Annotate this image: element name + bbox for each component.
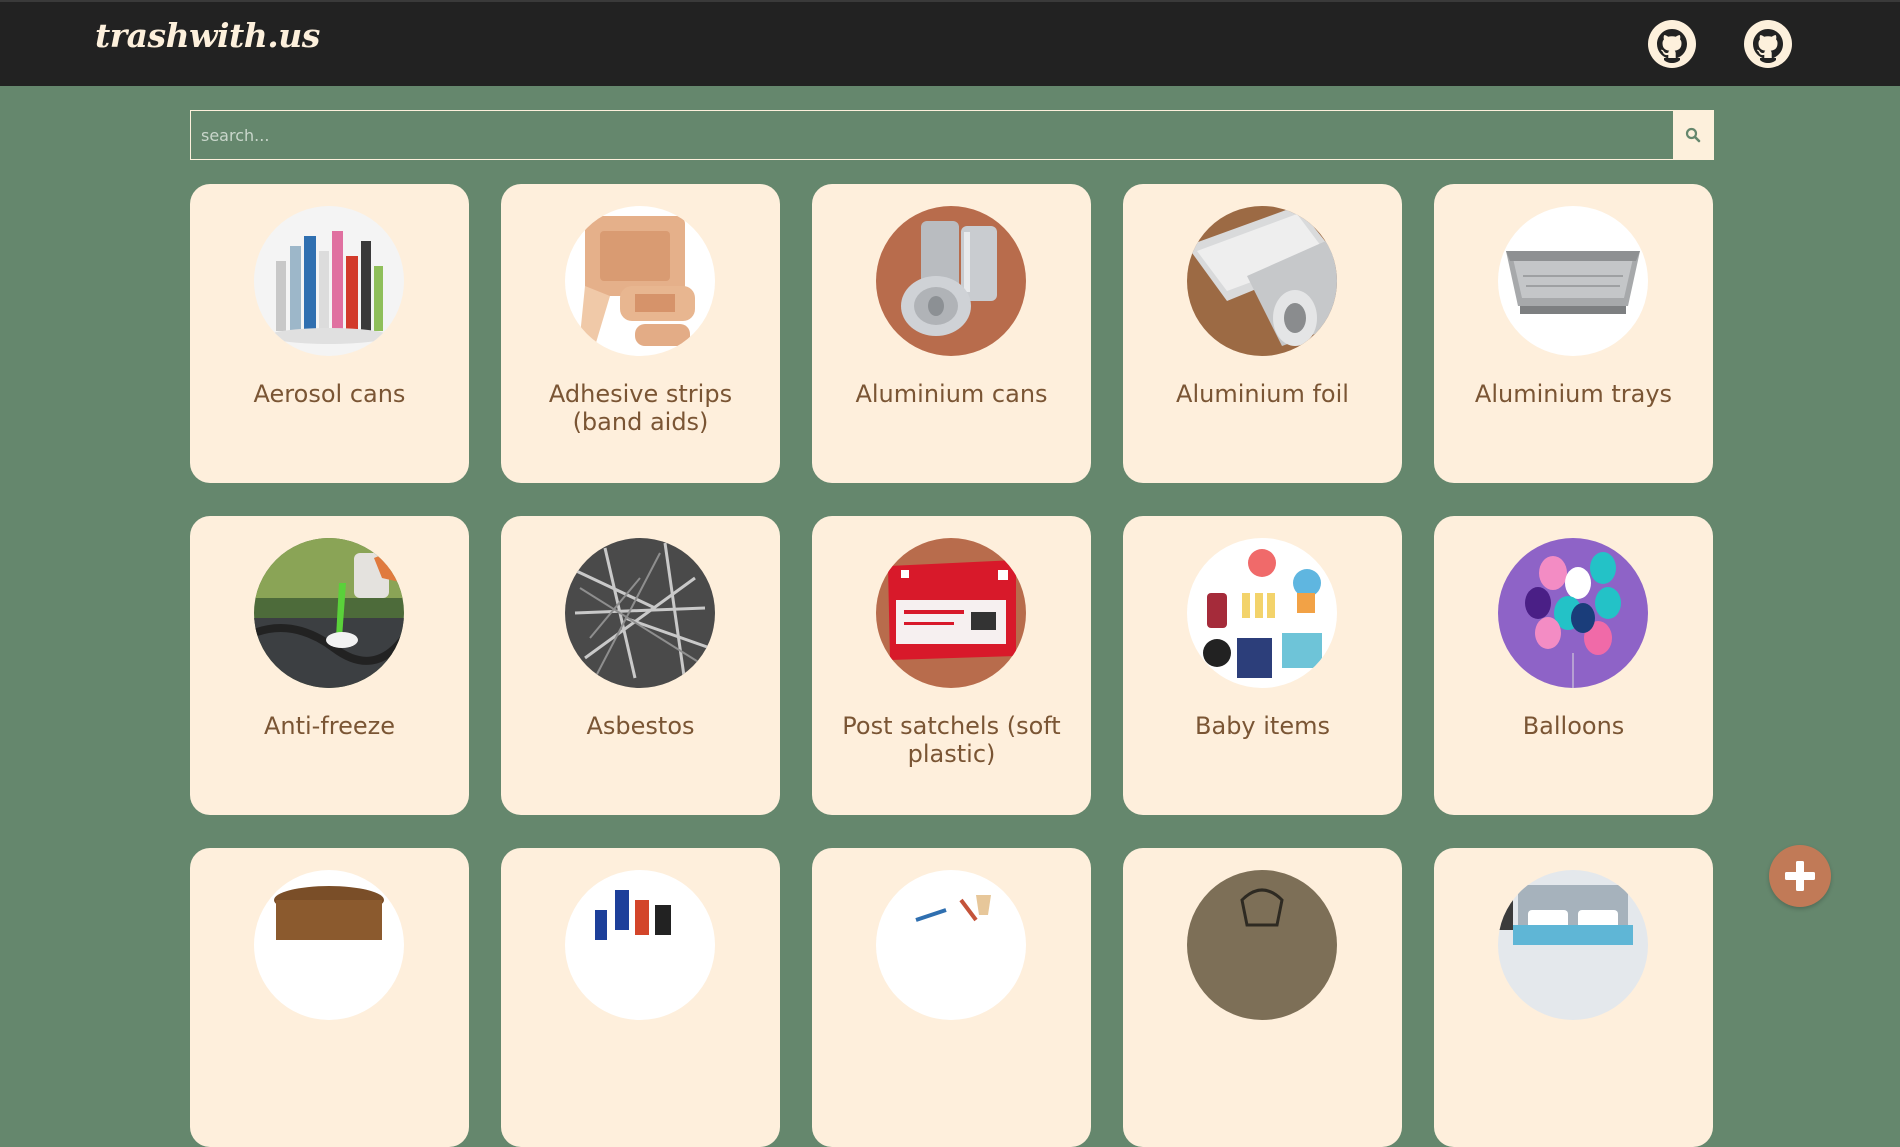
aerosol-cans-image	[254, 206, 404, 356]
item-card-anti-freeze[interactable]: Anti-freeze	[190, 516, 469, 815]
item-card-balloons[interactable]: Balloons	[1434, 516, 1713, 815]
search-input[interactable]	[191, 111, 1673, 159]
item-card[interactable]	[1434, 848, 1713, 1147]
bed-image	[1498, 870, 1648, 1020]
aluminium-trays-image	[1498, 206, 1648, 356]
item-grid: Aerosol cans Adhesive strips (band aids)	[190, 184, 1713, 1147]
add-item-button[interactable]	[1769, 845, 1831, 907]
item-label: Aerosol cans	[253, 380, 406, 408]
baby-items-image	[1187, 538, 1337, 688]
basket-image	[254, 870, 404, 1020]
search-icon	[1685, 127, 1701, 143]
top-navbar: trashwith.us	[0, 0, 1900, 86]
asbestos-image	[565, 538, 715, 688]
item-card-aluminium-trays[interactable]: Aluminium trays	[1434, 184, 1713, 483]
item-card[interactable]	[812, 848, 1091, 1147]
github-icon[interactable]	[1648, 20, 1696, 68]
search-bar	[190, 110, 1714, 160]
item-card-aluminium-foil[interactable]: Aluminium foil	[1123, 184, 1402, 483]
item-label: Asbestos	[586, 712, 695, 740]
item-card-post-satchels[interactable]: Post satchels (soft plastic)	[812, 516, 1091, 815]
item-card-baby-items[interactable]: Baby items	[1123, 516, 1402, 815]
item-label: Balloons	[1522, 712, 1625, 740]
github-icon[interactable]	[1744, 20, 1792, 68]
batteries-image	[565, 870, 715, 1020]
plus-icon	[1785, 861, 1815, 891]
item-label: Aluminium trays	[1474, 380, 1673, 408]
item-label: Post satchels (soft plastic)	[842, 712, 1061, 768]
adhesive-strips-image	[565, 206, 715, 356]
search-button[interactable]	[1673, 111, 1713, 159]
item-label: Adhesive strips (band aids)	[548, 380, 733, 436]
item-label: Aluminium cans	[855, 380, 1048, 408]
aluminium-foil-image	[1187, 206, 1337, 356]
balloons-image	[1498, 538, 1648, 688]
item-image	[1187, 870, 1337, 1020]
item-card[interactable]	[190, 848, 469, 1147]
item-label: Aluminium foil	[1176, 380, 1349, 408]
item-card-adhesive-strips[interactable]: Adhesive strips (band aids)	[501, 184, 780, 483]
item-card-aerosol-cans[interactable]: Aerosol cans	[190, 184, 469, 483]
item-card[interactable]	[1123, 848, 1402, 1147]
post-satchels-image	[876, 538, 1026, 688]
aluminium-cans-image	[876, 206, 1026, 356]
item-image	[876, 870, 1026, 1020]
anti-freeze-image	[254, 538, 404, 688]
item-label: Baby items	[1195, 712, 1330, 740]
item-card[interactable]	[501, 848, 780, 1147]
item-card-asbestos[interactable]: Asbestos	[501, 516, 780, 815]
item-label: Anti-freeze	[263, 712, 396, 740]
brand-logo[interactable]: trashwith.us	[95, 16, 320, 55]
item-card-aluminium-cans[interactable]: Aluminium cans	[812, 184, 1091, 483]
